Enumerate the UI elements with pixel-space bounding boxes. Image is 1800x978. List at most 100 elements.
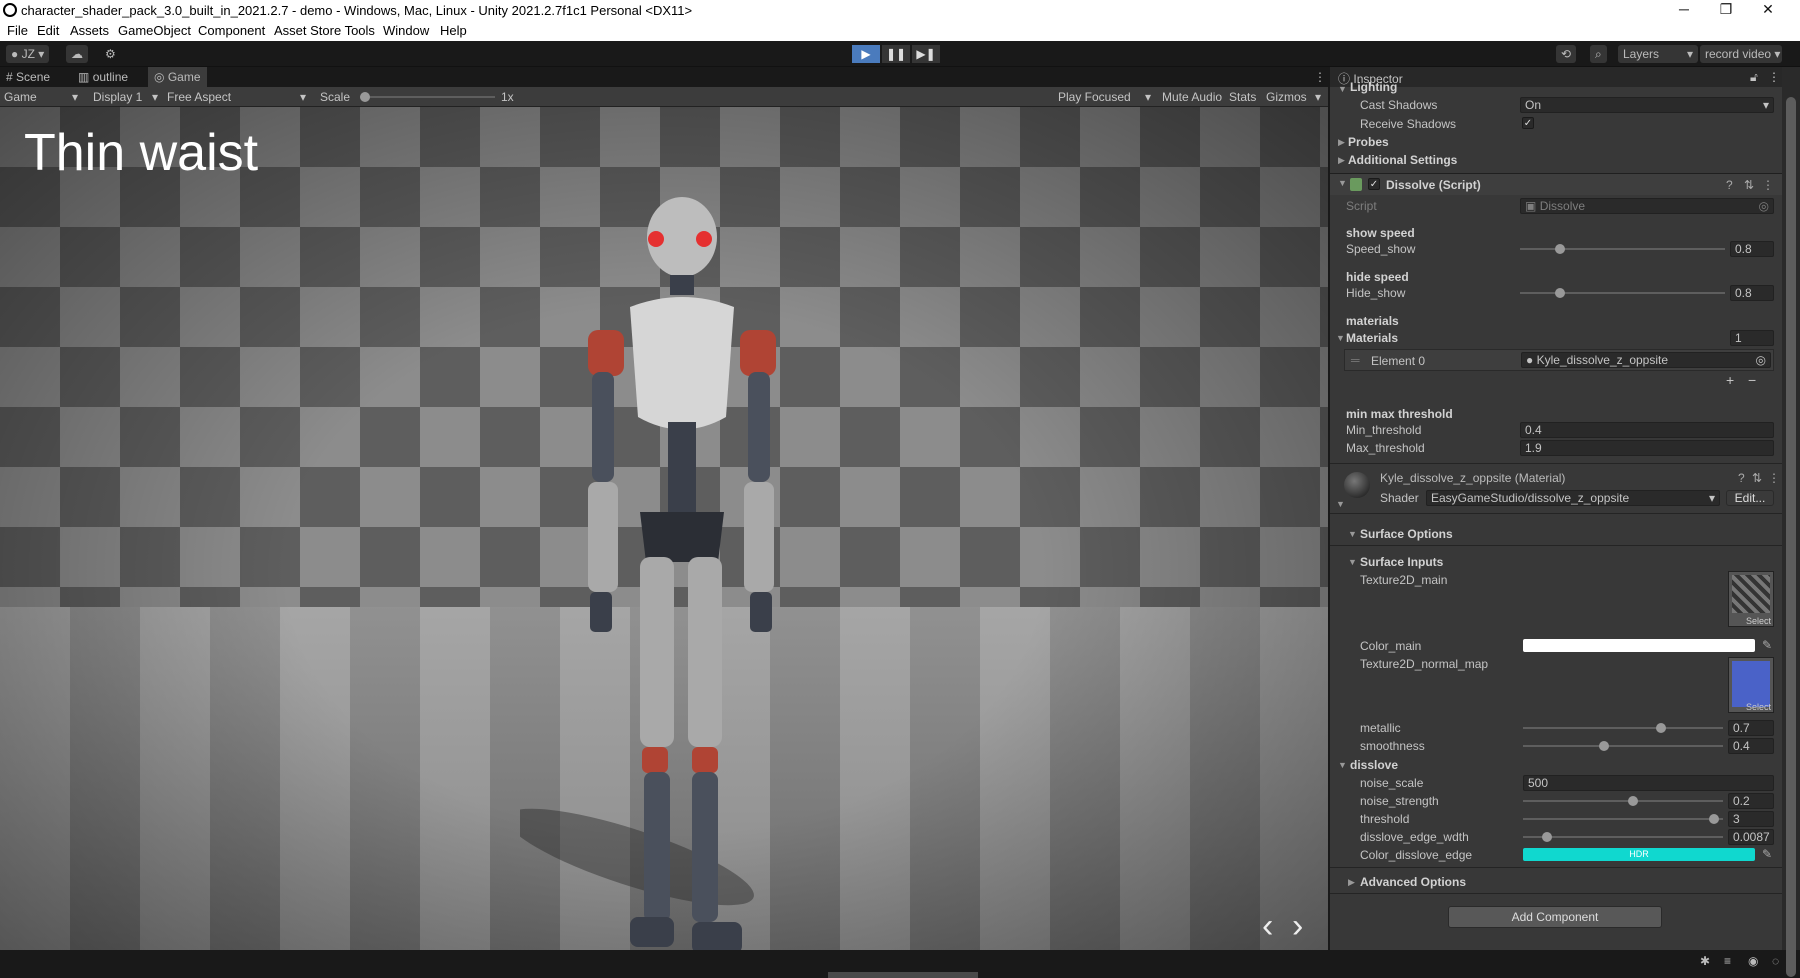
help-icon[interactable]: ?: [1726, 178, 1733, 192]
drag-handle-icon[interactable]: ═: [1351, 353, 1360, 367]
step-button[interactable]: ▶❚: [912, 45, 940, 63]
hide-show-slider[interactable]: [1520, 288, 1725, 298]
smoothness-knob[interactable]: [1599, 741, 1609, 751]
menu-window[interactable]: Window: [383, 23, 429, 38]
dissolve-enabled-checkbox[interactable]: ✓: [1368, 178, 1380, 190]
threshold-slider[interactable]: [1523, 814, 1723, 824]
scale-slider-knob[interactable]: [360, 92, 370, 102]
metallic-slider[interactable]: [1523, 723, 1723, 733]
element-0-field[interactable]: ● Kyle_dissolve_z_oppsite ◎: [1521, 352, 1771, 368]
texture-select-button[interactable]: Select: [1746, 616, 1771, 626]
min-threshold-field[interactable]: 0.4: [1520, 422, 1774, 438]
lighting-header[interactable]: Lighting: [1350, 80, 1397, 94]
menu-file[interactable]: File: [7, 23, 28, 38]
speed-show-field[interactable]: 0.8: [1730, 241, 1774, 257]
hide-show-field[interactable]: 0.8: [1730, 285, 1774, 301]
kebab-icon[interactable]: ⋮: [1768, 471, 1780, 485]
mute-audio-toggle[interactable]: Mute Audio: [1162, 90, 1222, 104]
maximize-button[interactable]: ❐: [1706, 1, 1746, 20]
add-component-button[interactable]: Add Component: [1448, 906, 1662, 928]
metallic-field[interactable]: 0.7: [1728, 720, 1774, 736]
scrollbar-thumb[interactable]: [1786, 97, 1796, 977]
dissolve-component-header[interactable]: ▼ ✓ Dissolve (Script) ? ⇅ ⋮: [1330, 173, 1782, 195]
layers-dropdown[interactable]: Layers ▾: [1618, 45, 1698, 63]
probes-header[interactable]: Probes: [1348, 135, 1389, 149]
edge-width-field[interactable]: 0.0087: [1728, 829, 1774, 845]
menu-asset-store-tools[interactable]: Asset Store Tools: [274, 23, 375, 38]
eyedropper-icon[interactable]: ✎: [1762, 638, 1772, 652]
noise-scale-field[interactable]: 500: [1523, 775, 1774, 791]
check-circle-icon[interactable]: ◌: [1772, 954, 1779, 968]
layout-dropdown[interactable]: record video ▾: [1700, 45, 1782, 63]
pause-button[interactable]: ❚❚: [882, 45, 910, 63]
hide-show-knob[interactable]: [1555, 288, 1566, 298]
scale-slider[interactable]: [360, 92, 495, 102]
tab-menu-button[interactable]: ⋮: [1308, 67, 1332, 87]
minimize-button[interactable]: ─: [1664, 1, 1704, 20]
menu-assets[interactable]: Assets: [70, 23, 109, 38]
add-element-button[interactable]: +: [1726, 372, 1734, 388]
preset-icon[interactable]: ⇅: [1752, 471, 1762, 485]
eyedropper-icon[interactable]: ✎: [1762, 847, 1772, 861]
game-viewport[interactable]: Thin waist ‹ ›: [0, 107, 1328, 950]
game-mode-dropdown[interactable]: Game: [4, 90, 37, 104]
layers-icon[interactable]: ≡: [1724, 954, 1731, 968]
menu-gameobject[interactable]: GameObject: [118, 23, 191, 38]
edge-width-knob[interactable]: [1542, 832, 1552, 842]
prev-arrow-icon[interactable]: ‹: [1262, 907, 1273, 946]
threshold-field[interactable]: 3: [1728, 811, 1774, 827]
cloud-button[interactable]: ☁: [66, 45, 88, 63]
advanced-options-header[interactable]: Advanced Options: [1360, 875, 1466, 889]
aspect-dropdown[interactable]: Free Aspect: [167, 90, 231, 104]
noise-strength-slider[interactable]: [1523, 796, 1723, 806]
surface-options-header[interactable]: Surface Options: [1360, 527, 1453, 541]
next-arrow-icon[interactable]: ›: [1292, 907, 1303, 946]
surface-inputs-header[interactable]: Surface Inputs: [1360, 555, 1443, 569]
stats-toggle[interactable]: Stats: [1229, 90, 1256, 104]
noise-strength-knob[interactable]: [1627, 796, 1638, 806]
texture-normal-slot[interactable]: Select: [1728, 657, 1774, 713]
kebab-icon[interactable]: ⋮: [1762, 178, 1774, 192]
gizmos-dropdown[interactable]: Gizmos: [1266, 90, 1307, 104]
edge-color-swatch[interactable]: HDR: [1523, 848, 1755, 861]
globe-icon[interactable]: ◉: [1748, 954, 1758, 968]
speed-show-slider[interactable]: [1520, 244, 1725, 254]
play-focused-dropdown[interactable]: Play Focused: [1058, 90, 1131, 104]
play-button[interactable]: ▶: [852, 45, 880, 63]
smoothness-slider[interactable]: [1523, 741, 1723, 751]
cast-shadows-dropdown[interactable]: On ▾: [1520, 97, 1774, 113]
bug-icon[interactable]: ✱: [1700, 954, 1710, 968]
help-icon[interactable]: ?: [1738, 471, 1745, 485]
shader-edit-button[interactable]: Edit...: [1726, 490, 1774, 506]
tab-outline[interactable]: ▥ outline: [72, 67, 134, 87]
tab-game[interactable]: ◎ Game: [148, 67, 207, 87]
shader-dropdown[interactable]: EasyGameStudio/dissolve_z_oppsite ▾: [1426, 490, 1720, 506]
speed-show-knob[interactable]: [1555, 244, 1566, 254]
materials-count-field[interactable]: 1: [1730, 330, 1774, 346]
threshold-knob[interactable]: [1709, 814, 1720, 824]
inspector-scrollbar[interactable]: [1782, 67, 1800, 977]
collab-button[interactable]: ⚙: [100, 45, 121, 63]
smoothness-field[interactable]: 0.4: [1728, 738, 1774, 754]
history-button[interactable]: ⟲: [1556, 45, 1577, 63]
menu-edit[interactable]: Edit: [37, 23, 59, 38]
texture-main-slot[interactable]: Select: [1728, 571, 1774, 627]
noise-strength-field[interactable]: 0.2: [1728, 793, 1774, 809]
remove-element-button[interactable]: −: [1748, 372, 1756, 388]
display-dropdown[interactable]: Display 1: [93, 90, 142, 104]
additional-settings-header[interactable]: Additional Settings: [1348, 153, 1457, 167]
account-dropdown[interactable]: ● JZ ▾: [6, 45, 50, 63]
color-main-swatch[interactable]: [1523, 639, 1755, 652]
max-threshold-field[interactable]: 1.9: [1520, 440, 1774, 456]
menu-component[interactable]: Component: [198, 23, 265, 38]
normal-select-button[interactable]: Select: [1746, 702, 1771, 712]
dissolve-group-header[interactable]: disslove: [1350, 758, 1398, 772]
preset-icon[interactable]: ⇅: [1744, 178, 1754, 192]
edge-width-slider[interactable]: [1523, 832, 1723, 842]
menu-help[interactable]: Help: [440, 23, 467, 38]
metallic-knob[interactable]: [1656, 723, 1666, 733]
materials-label[interactable]: Materials: [1346, 331, 1398, 345]
tab-scene[interactable]: # Scene: [0, 67, 56, 87]
receive-shadows-checkbox[interactable]: ✓: [1522, 117, 1534, 129]
search-button[interactable]: ⌕: [1590, 45, 1607, 63]
